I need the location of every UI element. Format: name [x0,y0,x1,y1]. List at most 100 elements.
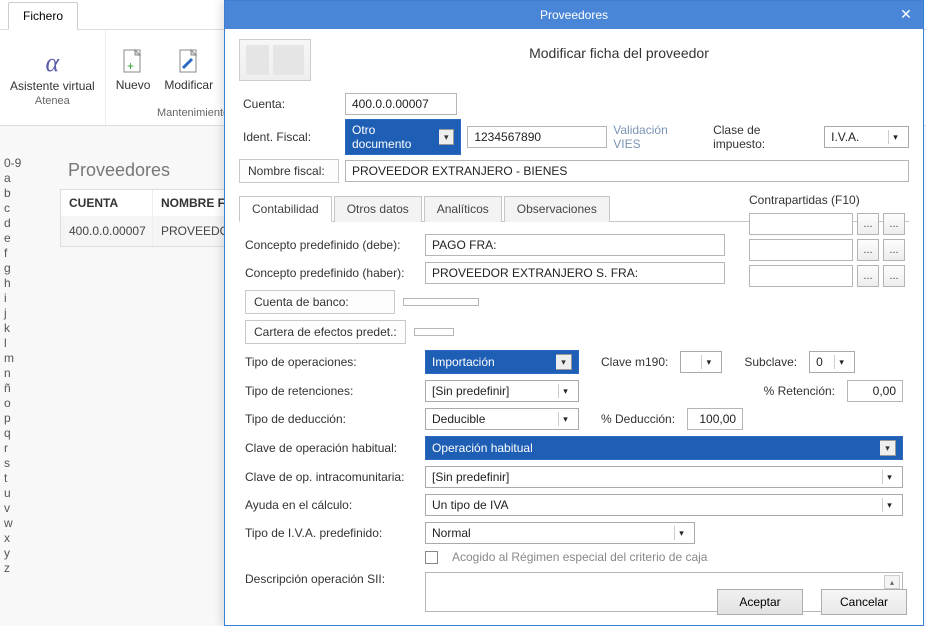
chevron-down-icon: ▾ [880,440,896,456]
wizard-button[interactable]: α Asistente virtual Atenea [10,49,95,107]
alpha-item[interactable]: i [4,291,28,306]
fiscal-id-label: Ident. Fiscal: [239,126,339,148]
browse-button[interactable]: ... [883,239,905,261]
calc-help-label: Ayuda en el cálculo: [245,498,417,512]
ded-type-select[interactable]: Deducible▾ [425,408,579,430]
alpha-item[interactable]: f [4,246,28,261]
alpha-item[interactable]: y [4,546,28,561]
alpha-item[interactable]: m [4,351,28,366]
alpha-item[interactable]: g [4,261,28,276]
col-account[interactable]: CUENTA [61,190,153,216]
alpha-item[interactable]: 0-9 [4,156,28,171]
cash-regime-label: Acogido al Régimen especial del criterio… [452,550,707,564]
op-type-label: Tipo de operaciones: [245,355,417,369]
alpha-item[interactable]: ñ [4,381,28,396]
modify-label: Modificar [164,78,213,92]
calc-help-select[interactable]: Un tipo de IVA▾ [425,494,903,516]
accept-button[interactable]: Aceptar [717,589,803,615]
tax-class-select[interactable]: I.V.A. ▾ [824,126,909,148]
cancel-button[interactable]: Cancelar [821,589,907,615]
browse-button[interactable]: ... [857,213,879,235]
browse-button[interactable]: ... [883,265,905,287]
close-icon[interactable]: ✕ [897,5,915,23]
fiscal-name-field[interactable]: PROVEEDOR EXTRANJERO - BIENES [345,160,909,182]
ret-type-select[interactable]: [Sin predefinir]▾ [425,380,579,402]
counterpart-field[interactable] [749,239,853,261]
chevron-down-icon: ▾ [556,354,572,370]
tab-file[interactable]: Fichero [8,2,78,30]
concept-credit-field[interactable]: PROVEEDOR EXTRANJERO S. FRA: [425,262,725,284]
m190-label: Clave m190: [597,351,672,373]
ret-pct-field[interactable]: 0,00 [847,380,903,402]
alpha-item[interactable]: x [4,531,28,546]
concept-debit-field[interactable]: PAGO FRA: [425,234,725,256]
dialog-buttons: Aceptar Cancelar [717,589,907,615]
counterpart-field[interactable] [749,265,853,287]
browse-button[interactable]: ... [857,239,879,261]
alpha-item[interactable]: n [4,366,28,381]
browse-button[interactable]: ... [857,265,879,287]
alpha-item[interactable]: a [4,171,28,186]
alpha-item[interactable]: l [4,336,28,351]
alpha-item[interactable]: q [4,426,28,441]
alpha-item[interactable]: v [4,501,28,516]
new-button[interactable]: + Nuevo [116,48,151,92]
supplier-dialog: Proveedores ✕ Modificar ficha del provee… [224,0,924,626]
alpha-item[interactable]: p [4,411,28,426]
vies-link[interactable]: Validación VIES [613,123,697,151]
counterparts-block: Contrapartidas (F10) ...... ...... .....… [749,193,905,291]
alpha-item[interactable]: c [4,201,28,216]
fiscal-id-field[interactable]: 1234567890 [467,126,607,148]
svg-text:+: + [127,59,134,73]
alpha-item[interactable]: d [4,216,28,231]
new-label: Nuevo [116,78,151,92]
alpha-item[interactable]: o [4,396,28,411]
group-caption: Mantenimiento [157,105,229,121]
alpha-item[interactable]: b [4,186,28,201]
counterpart-field[interactable] [749,213,853,235]
cell-account: 400.0.0.00007 [61,216,153,246]
new-icon: + [119,48,147,76]
scroll-up-icon[interactable]: ▴ [884,575,900,589]
chevron-down-icon: ▾ [558,384,572,398]
fiscal-id-type-value: Otro documento [352,123,433,151]
alpha-item[interactable]: k [4,321,28,336]
browse-button[interactable]: ... [883,213,905,235]
m190-select[interactable]: ▾ [680,351,722,373]
alpha-item[interactable]: h [4,276,28,291]
modify-button[interactable]: Modificar [164,48,213,92]
effects-label: Cartera de efectos predet.: [245,320,406,344]
cash-regime-checkbox[interactable] [425,551,438,564]
alpha-item[interactable]: s [4,456,28,471]
alpha-item[interactable]: z [4,561,28,576]
bank-account-field[interactable] [403,298,479,306]
alpha-item[interactable]: j [4,306,28,321]
op-key-label: Clave de operación habitual: [245,441,417,455]
alpha-item[interactable]: w [4,516,28,531]
ded-pct-field[interactable]: 100,00 [687,408,743,430]
subkey-select[interactable]: 0▾ [809,351,855,373]
concept-debit-label: Concepto predefinido (debe): [245,238,417,252]
fiscal-id-type-select[interactable]: Otro documento ▾ [345,119,461,155]
tab-analytics[interactable]: Analíticos [424,196,502,222]
calc-help-value: Un tipo de IVA [432,498,509,512]
account-field[interactable]: 400.0.0.00007 [345,93,457,115]
image-placeholder[interactable] [239,39,311,81]
tab-accounting[interactable]: Contabilidad [239,196,332,222]
alpha-icon: α [38,49,66,77]
op-type-select[interactable]: Importación ▾ [425,350,579,374]
ret-pct-label: % Retención: [760,380,839,402]
alpha-item[interactable]: t [4,471,28,486]
effects-field[interactable] [414,328,454,336]
iva-type-select[interactable]: Normal▾ [425,522,695,544]
wizard-sublabel: Atenea [35,95,70,107]
alpha-item[interactable]: r [4,441,28,456]
tab-other[interactable]: Otros datos [334,196,422,222]
alpha-item[interactable]: e [4,231,28,246]
intra-key-select[interactable]: [Sin predefinir]▾ [425,466,903,488]
op-key-select[interactable]: Operación habitual▾ [425,436,903,460]
dialog-title-bar: Proveedores ✕ [225,1,923,29]
alpha-item[interactable]: u [4,486,28,501]
tab-observations[interactable]: Observaciones [504,196,610,222]
subkey-label: Subclave: [740,351,801,373]
